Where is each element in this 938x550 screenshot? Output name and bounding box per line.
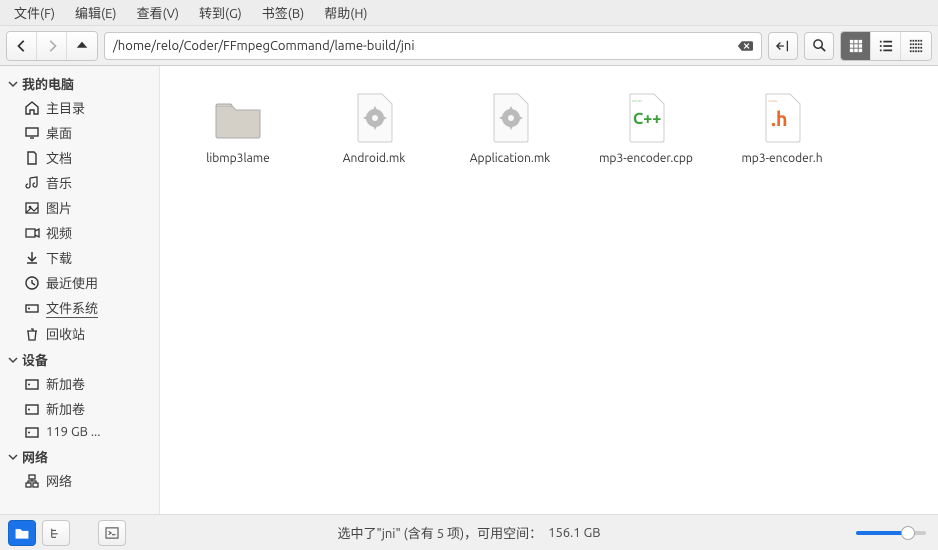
toggle-path-button[interactable]: [768, 32, 798, 60]
view-mode-buttons: [840, 31, 932, 61]
chevron-down-icon: [8, 355, 18, 365]
places-pane-button[interactable]: [8, 520, 36, 546]
trash-icon: [24, 326, 40, 342]
tree-pane-button[interactable]: [42, 520, 70, 546]
nav-back-button[interactable]: [7, 32, 37, 60]
file-label: libmp3lame: [206, 152, 270, 165]
status-free-space: 156.1 GB: [548, 526, 600, 540]
disk-icon: [24, 376, 40, 392]
status-text: 选中了"jni" (含有 5 项)，可用空间：: [338, 523, 543, 542]
desktop-icon: [24, 125, 40, 141]
file-item[interactable]: Android.mk: [310, 86, 438, 169]
download-icon: [24, 250, 40, 266]
sidebar-item-network[interactable]: 网络: [0, 468, 159, 493]
terminal-button[interactable]: [98, 520, 126, 546]
toolbar: /home/relo/Coder/FFmpegCommand/lame-buil…: [0, 26, 938, 66]
sidebar-item-desktop[interactable]: 桌面: [0, 120, 159, 145]
folder-icon: [210, 90, 266, 146]
sidebar: 我的电脑主目录桌面文档音乐图片视频下载最近使用文件系统回收站设备新加卷新加卷11…: [0, 66, 160, 514]
view-list-button[interactable]: [871, 32, 901, 60]
disk-icon: [24, 424, 40, 440]
file-item[interactable]: Application.mk: [446, 86, 574, 169]
recent-icon: [24, 275, 40, 291]
file-view[interactable]: libmp3lame Android.mk Application.mk 010101…: [160, 66, 938, 514]
view-compact-button[interactable]: [901, 32, 931, 60]
svg-text:010101: 010101: [632, 99, 642, 103]
clear-path-icon[interactable]: [737, 39, 753, 53]
file-label: mp3-encoder.h: [741, 152, 822, 165]
zoom-slider[interactable]: [856, 531, 926, 535]
network-icon: [24, 473, 40, 489]
file-label: mp3-encoder.cpp: [599, 152, 693, 165]
sidebar-section-header[interactable]: 设备: [0, 348, 159, 371]
home-icon: [24, 100, 40, 116]
nav-forward-button[interactable]: [37, 32, 67, 60]
cpp-icon: 010101 C++: [618, 90, 674, 146]
menu-goto[interactable]: 转到(G): [191, 1, 250, 24]
sidebar-item-fs[interactable]: 文件系统: [0, 295, 159, 321]
sidebar-section-header[interactable]: 我的电脑: [0, 72, 159, 95]
sidebar-item-disk[interactable]: 新加卷: [0, 396, 159, 421]
sidebar-item-disk[interactable]: 119 GB ...: [0, 421, 159, 443]
sidebar-item-download[interactable]: 下载: [0, 245, 159, 270]
disk-icon: [24, 401, 40, 417]
h-icon: include .h: [754, 90, 810, 146]
search-button[interactable]: [804, 32, 834, 60]
svg-text:include: include: [768, 99, 778, 103]
file-item[interactable]: include .h mp3-encoder.h: [718, 86, 846, 169]
menubar: 文件(F) 编辑(E) 查看(V) 转到(G) 书签(B) 帮助(H): [0, 0, 938, 26]
menu-view[interactable]: 查看(V): [129, 1, 187, 24]
menu-file[interactable]: 文件(F): [6, 1, 63, 24]
music-icon: [24, 175, 40, 191]
path-bar[interactable]: /home/relo/Coder/FFmpegCommand/lame-buil…: [104, 32, 762, 60]
path-text: /home/relo/Coder/FFmpegCommand/lame-buil…: [113, 39, 415, 53]
mk-icon: [346, 90, 402, 146]
mk-icon: [482, 90, 538, 146]
sidebar-item-doc[interactable]: 文档: [0, 145, 159, 170]
sidebar-item-recent[interactable]: 最近使用: [0, 270, 159, 295]
sidebar-item-trash[interactable]: 回收站: [0, 321, 159, 346]
sidebar-item-disk[interactable]: 新加卷: [0, 371, 159, 396]
sidebar-item-video[interactable]: 视频: [0, 220, 159, 245]
sidebar-section-header[interactable]: 网络: [0, 445, 159, 468]
chevron-down-icon: [8, 79, 18, 89]
menu-edit[interactable]: 编辑(E): [67, 1, 124, 24]
file-label: Application.mk: [470, 152, 551, 165]
video-icon: [24, 225, 40, 241]
statusbar: 选中了"jni" (含有 5 项)，可用空间： 156.1 GB: [0, 514, 938, 550]
nav-buttons: [6, 31, 98, 61]
file-label: Android.mk: [343, 152, 406, 165]
pic-icon: [24, 200, 40, 216]
svg-text:C++: C++: [633, 110, 661, 128]
sidebar-item-pic[interactable]: 图片: [0, 195, 159, 220]
fs-icon: [24, 300, 40, 316]
chevron-down-icon: [8, 452, 18, 462]
svg-text:.h: .h: [771, 107, 788, 130]
file-item[interactable]: libmp3lame: [174, 86, 302, 169]
doc-icon: [24, 150, 40, 166]
nav-up-button[interactable]: [67, 32, 97, 60]
sidebar-item-music[interactable]: 音乐: [0, 170, 159, 195]
view-icons-button[interactable]: [841, 32, 871, 60]
file-item[interactable]: 010101 C++ mp3-encoder.cpp: [582, 86, 710, 169]
menu-help[interactable]: 帮助(H): [316, 1, 375, 24]
sidebar-item-home[interactable]: 主目录: [0, 95, 159, 120]
menu-bookmark[interactable]: 书签(B): [254, 1, 312, 24]
